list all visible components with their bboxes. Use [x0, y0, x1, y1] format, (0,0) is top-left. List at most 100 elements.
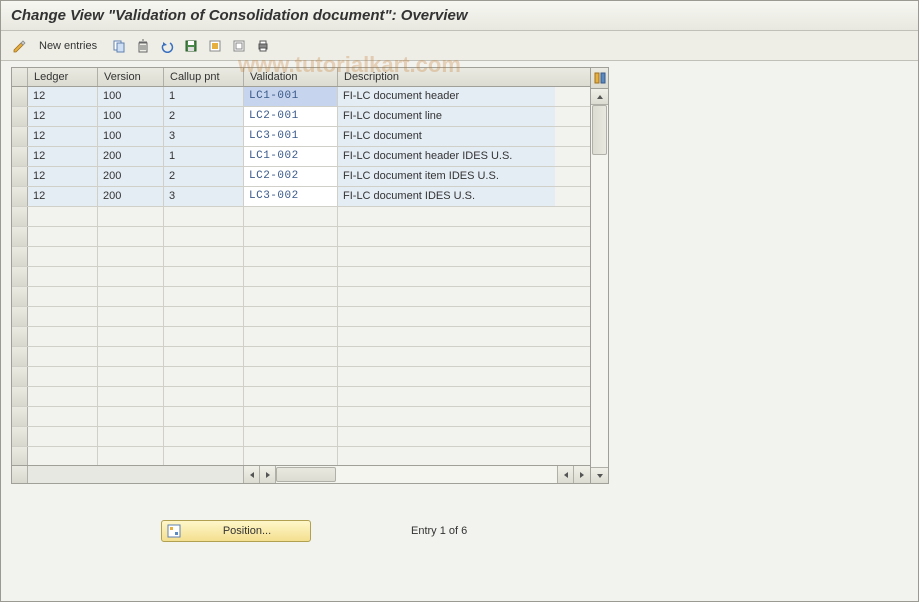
cell-description: [338, 387, 555, 406]
table-row: [12, 427, 590, 447]
cell-validation[interactable]: LC3-002: [244, 187, 338, 206]
row-selector: [12, 347, 28, 366]
cell-description: FI-LC document header: [338, 87, 555, 106]
cell-ledger: [28, 207, 98, 226]
cell-description: [338, 287, 555, 306]
cell-description: FI-LC document header IDES U.S.: [338, 147, 555, 166]
select-all-icon[interactable]: [205, 36, 225, 56]
cell-callup: [164, 207, 244, 226]
position-button[interactable]: Position...: [161, 520, 311, 542]
row-selector[interactable]: [12, 87, 28, 106]
scroll-right-icon[interactable]: [260, 466, 276, 483]
cell-version: [98, 287, 164, 306]
table-row[interactable]: 122001LC1-002FI-LC document header IDES …: [12, 147, 590, 167]
deselect-all-icon[interactable]: [229, 36, 249, 56]
row-selector[interactable]: [12, 107, 28, 126]
cell-ledger: [28, 307, 98, 326]
cell-callup: [164, 347, 244, 366]
cell-validation: [244, 307, 338, 326]
cell-validation[interactable]: LC2-002: [244, 167, 338, 186]
col-validation[interactable]: Validation: [244, 68, 338, 86]
col-version[interactable]: Version: [98, 68, 164, 86]
undo-icon[interactable]: [157, 36, 177, 56]
cell-validation[interactable]: LC2-001: [244, 107, 338, 126]
cell-version: [98, 407, 164, 426]
cell-ledger: [28, 247, 98, 266]
page-title: Change View "Validation of Consolidation…: [1, 1, 918, 31]
new-entries-button[interactable]: New entries: [33, 40, 103, 52]
row-selector: [12, 307, 28, 326]
configure-columns-icon[interactable]: [591, 68, 608, 89]
cell-callup: [164, 267, 244, 286]
row-selector: [12, 327, 28, 346]
cell-validation: [244, 447, 338, 465]
col-ledger[interactable]: Ledger: [28, 68, 98, 86]
row-selector[interactable]: [12, 147, 28, 166]
grid-body: 121001LC1-001FI-LC document header121002…: [12, 87, 590, 465]
save-icon[interactable]: [181, 36, 201, 56]
row-selector-header[interactable]: [12, 68, 28, 86]
cell-description: [338, 447, 555, 465]
table-row[interactable]: 121003LC3-001FI-LC document: [12, 127, 590, 147]
hscroll-track[interactable]: [276, 466, 558, 483]
copy-icon[interactable]: [109, 36, 129, 56]
hscroll-thumb[interactable]: [276, 467, 336, 482]
cell-version: [98, 307, 164, 326]
vertical-scrollbar: [591, 67, 609, 484]
change-icon[interactable]: [9, 36, 29, 56]
cell-ledger: [28, 267, 98, 286]
cell-validation[interactable]: LC1-001: [244, 87, 338, 106]
cell-description: [338, 207, 555, 226]
vscroll-track[interactable]: [591, 105, 608, 467]
cell-version: [98, 227, 164, 246]
scroll-up-icon[interactable]: [591, 89, 608, 105]
cell-ledger: [28, 407, 98, 426]
scroll-right2-icon[interactable]: [574, 466, 590, 483]
cell-validation[interactable]: LC1-002: [244, 147, 338, 166]
data-grid: Ledger Version Callup pnt Validation Des…: [11, 67, 591, 484]
cell-description: [338, 347, 555, 366]
row-selector: [12, 387, 28, 406]
cell-version: 200: [98, 167, 164, 186]
cell-validation[interactable]: LC3-001: [244, 127, 338, 146]
col-callup[interactable]: Callup pnt: [164, 68, 244, 86]
cell-description: [338, 427, 555, 446]
table-row[interactable]: 121001LC1-001FI-LC document header: [12, 87, 590, 107]
table-row[interactable]: 122003LC3-002FI-LC document IDES U.S.: [12, 187, 590, 207]
row-selector[interactable]: [12, 167, 28, 186]
cell-callup: [164, 247, 244, 266]
cell-ledger: [28, 227, 98, 246]
cell-validation: [244, 407, 338, 426]
cell-validation: [244, 327, 338, 346]
cell-ledger: 12: [28, 87, 98, 106]
row-selector[interactable]: [12, 187, 28, 206]
cell-callup: [164, 307, 244, 326]
cell-description: FI-LC document IDES U.S.: [338, 187, 555, 206]
cell-callup: [164, 427, 244, 446]
table-row[interactable]: 121002LC2-001FI-LC document line: [12, 107, 590, 127]
table-row[interactable]: 122002LC2-002FI-LC document item IDES U.…: [12, 167, 590, 187]
horizontal-scrollbar: [12, 465, 590, 483]
print-icon[interactable]: [253, 36, 273, 56]
cell-description: [338, 327, 555, 346]
cell-callup: 3: [164, 187, 244, 206]
row-selector[interactable]: [12, 127, 28, 146]
cell-validation: [244, 267, 338, 286]
cell-version: [98, 427, 164, 446]
cell-description: FI-LC document: [338, 127, 555, 146]
cell-ledger: [28, 427, 98, 446]
table-row: [12, 367, 590, 387]
cell-ledger: 12: [28, 107, 98, 126]
scroll-left2-icon[interactable]: [558, 466, 574, 483]
delete-icon[interactable]: [133, 36, 153, 56]
cell-version: 200: [98, 147, 164, 166]
cell-version: [98, 447, 164, 465]
row-selector: [12, 227, 28, 246]
col-description[interactable]: Description: [338, 68, 555, 86]
cell-version: [98, 347, 164, 366]
table-row: [12, 267, 590, 287]
scroll-left-icon[interactable]: [244, 466, 260, 483]
scroll-down-icon[interactable]: [591, 467, 608, 483]
cell-callup: [164, 447, 244, 465]
vscroll-thumb[interactable]: [592, 105, 607, 155]
